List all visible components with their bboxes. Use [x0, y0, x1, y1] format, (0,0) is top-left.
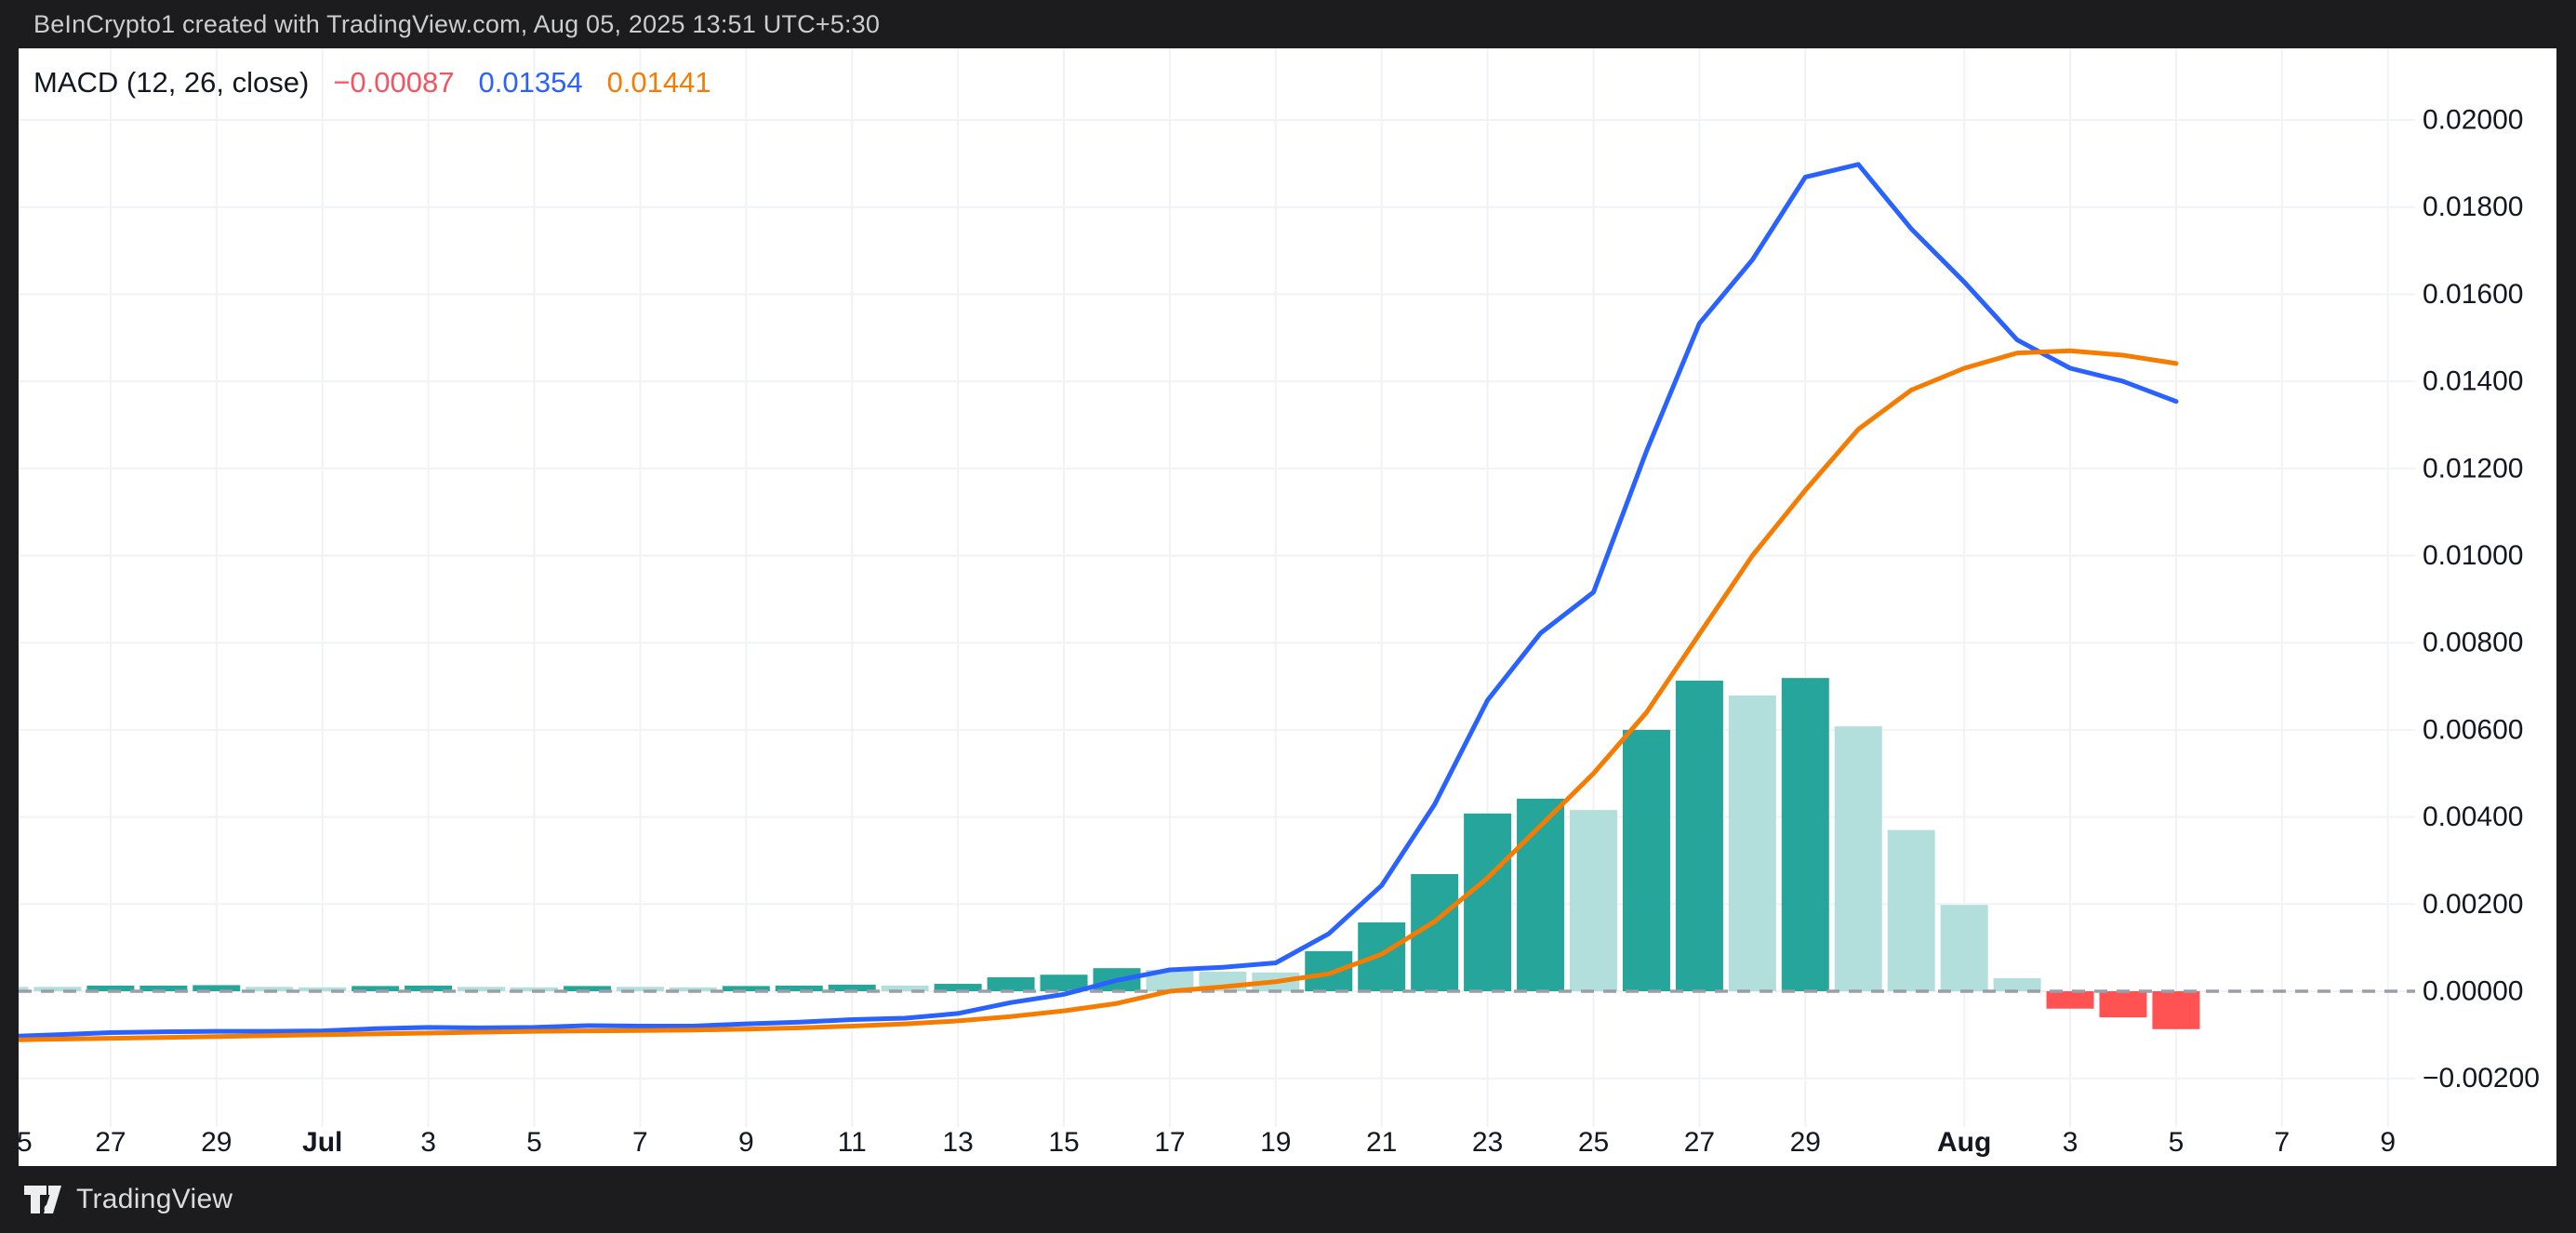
histogram-bar — [1676, 681, 1723, 991]
x-tick-label: 25 — [1578, 1127, 1609, 1158]
y-tick-label: 0.00600 — [2423, 714, 2523, 745]
histogram-bar — [1729, 696, 1776, 991]
y-tick-label: 0.00000 — [2423, 976, 2523, 1007]
y-tick-label: 0.01400 — [2423, 366, 2523, 397]
histogram-bar — [1570, 810, 1617, 991]
watermark-title: BeInCrypto1 created with TradingView.com… — [33, 10, 880, 39]
x-tick-label: 23 — [1472, 1127, 1503, 1158]
histogram-bar — [988, 977, 1035, 991]
indicator-legend[interactable]: MACD (12, 26, close) −0.00087 0.01354 0.… — [33, 65, 711, 100]
y-tick-label: 0.00400 — [2423, 802, 2523, 832]
x-tick-label: 7 — [632, 1127, 648, 1158]
x-tick-label: 3 — [2063, 1127, 2078, 1158]
x-tick-label: 9 — [2380, 1127, 2396, 1158]
legend-histogram-value: −0.00087 — [333, 65, 454, 100]
y-tick-label: 0.01000 — [2423, 540, 2523, 571]
tradingview-logo-icon[interactable] — [24, 1184, 61, 1215]
x-tick-label: 11 — [838, 1127, 867, 1158]
y-tick-label: 0.01600 — [2423, 279, 2523, 310]
legend-macd-value: 0.01354 — [479, 65, 583, 100]
x-tick-label: 15 — [1048, 1127, 1079, 1158]
histogram-bar — [1623, 730, 1670, 991]
histogram-bar — [1358, 922, 1405, 991]
x-tick-label: 3 — [420, 1127, 436, 1158]
histogram-bar — [1305, 951, 1352, 991]
indicator-name[interactable]: MACD (12, 26, close) — [33, 65, 309, 100]
x-tick-label: Aug — [1937, 1127, 1991, 1158]
x-tick-label: 29 — [1790, 1127, 1821, 1158]
footer-bar: TradingView — [0, 1166, 2576, 1233]
x-tick-label: 7 — [2275, 1127, 2291, 1158]
x-tick-label: 5 — [2169, 1127, 2184, 1158]
histogram-bar — [1941, 905, 1988, 991]
header-bar: BeInCrypto1 created with TradingView.com… — [0, 0, 2576, 48]
x-tick-label: 21 — [1366, 1127, 1397, 1158]
x-tick-label: 27 — [1684, 1127, 1715, 1158]
y-tick-label: 0.01200 — [2423, 453, 2523, 484]
tradingview-brand[interactable]: TradingView — [76, 1184, 232, 1215]
histogram-bar — [2047, 991, 2094, 1009]
y-tick-label: 0.00200 — [2423, 889, 2523, 920]
x-tick-label: 9 — [738, 1127, 754, 1158]
x-tick-label: Jul — [302, 1127, 342, 1158]
histogram-bar — [1782, 678, 1829, 991]
y-tick-label: 0.00800 — [2423, 628, 2523, 658]
x-tick-label: 27 — [95, 1127, 126, 1158]
y-tick-label: −0.00200 — [2423, 1063, 2540, 1094]
x-tick-label: 5 — [526, 1127, 542, 1158]
histogram-bar — [1464, 814, 1511, 991]
x-tick-label: 13 — [942, 1127, 973, 1158]
macd-chart[interactable]: 0.02000 0.01800 0.01600 0.01400 0.01200 0.010… — [19, 48, 2556, 1166]
tradingview-screenshot: { "header": { "title": "BeInCrypto1 crea… — [0, 0, 2576, 1233]
histogram-bar — [2152, 991, 2199, 1029]
x-tick-label: 19 — [1260, 1127, 1291, 1158]
histogram-bar — [2100, 991, 2147, 1017]
histogram-bar — [1835, 726, 1882, 991]
chart-panel: 0.02000 0.01800 0.01600 0.01400 0.01200 0.010… — [19, 48, 2556, 1166]
histogram-bar — [1888, 830, 1935, 991]
x-tick-label: 29 — [201, 1127, 232, 1158]
x-tick-label: 17 — [1154, 1127, 1185, 1158]
histogram-bar — [1994, 978, 2041, 991]
x-tick-label: 25 — [19, 1127, 33, 1158]
y-tick-label: 0.02000 — [2423, 105, 2523, 136]
y-tick-label: 0.01800 — [2423, 192, 2523, 222]
legend-signal-value: 0.01441 — [607, 65, 711, 100]
